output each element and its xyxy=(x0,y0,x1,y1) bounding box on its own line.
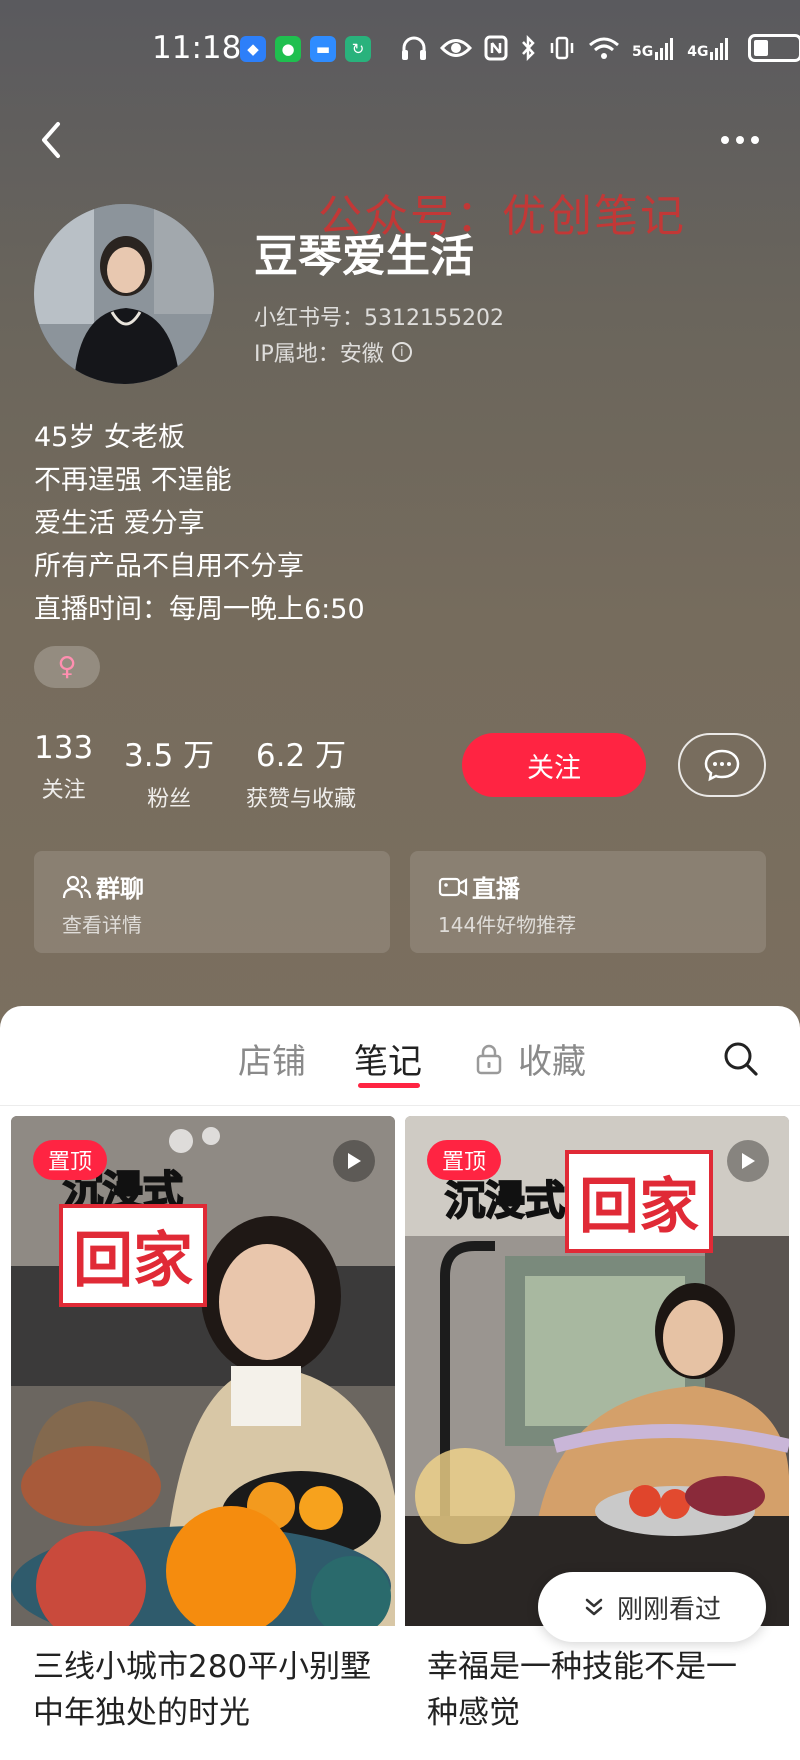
card-title: 群聊 xyxy=(96,875,144,903)
group-chat-card[interactable]: 群聊 查看详情 xyxy=(34,851,390,953)
headphone-icon xyxy=(402,36,426,60)
double-chevron-down-icon xyxy=(585,1598,603,1616)
stat-number: 3.5 万 xyxy=(124,738,215,774)
search-icon[interactable] xyxy=(722,1040,760,1078)
back-button[interactable] xyxy=(30,112,80,168)
message-app-icon: ▬ xyxy=(310,36,336,62)
avatar[interactable] xyxy=(34,204,214,384)
more-options-button[interactable] xyxy=(715,120,765,160)
more-dot-icon xyxy=(721,136,729,144)
tab-collections[interactable]: 收藏 xyxy=(518,1034,586,1083)
nfc-icon xyxy=(484,35,508,61)
status-time: 11:18 xyxy=(152,30,242,66)
live-card[interactable]: 直播 144件好物推荐 xyxy=(410,851,766,953)
status-app-icons: ◆ ● ▬ ↻ xyxy=(240,36,371,62)
avatar-photo xyxy=(34,204,214,384)
gender-tag: ♀ xyxy=(34,646,100,688)
live-camera-icon xyxy=(438,877,468,897)
stat-number: 6.2 万 xyxy=(255,738,347,774)
stat-label: 关注 xyxy=(41,778,86,803)
chevron-left-icon xyxy=(42,122,60,158)
note-card[interactable]: 沉浸式 回家 置顶 幸福是一种技能不是一种感觉 xyxy=(405,1116,789,1736)
bluetooth-icon xyxy=(522,35,535,61)
pinned-badge: 置顶 xyxy=(427,1140,501,1180)
profile-bio: 45岁 女老板 不再逞强 不逞能 爱生活 爱分享 所有产品不自用不分享 直播时间… xyxy=(34,416,365,631)
video-play-icon xyxy=(333,1140,375,1182)
note-card[interactable]: 沉浸式 回家 置顶 三线小城市280平小别墅中年独处的时光 xyxy=(11,1116,395,1736)
signal-5g-icon: 5G xyxy=(632,36,675,60)
signal-4g-icon: 4G xyxy=(687,36,730,60)
bio-line: 45岁 女老板 xyxy=(34,422,185,453)
vibrate-icon xyxy=(550,36,574,60)
cover-text: 回家 xyxy=(565,1150,713,1253)
eye-icon xyxy=(440,39,472,57)
bio-line: 直播时间：每周一晚上6:50 xyxy=(34,594,365,625)
card-subtitle: 144件好物推荐 xyxy=(438,913,577,937)
follow-button[interactable]: 关注 xyxy=(462,733,646,797)
status-indicators: 5G 4G xyxy=(400,34,800,62)
shield-app-icon: ◆ xyxy=(240,36,266,62)
stat-likes-collects[interactable]: 6.2 万 获赞与收藏 xyxy=(246,730,356,813)
note-title[interactable]: 幸福是一种技能不是一种感觉 xyxy=(405,1626,789,1736)
profile-tabs: 店铺 笔记 收藏 xyxy=(0,1006,800,1106)
recently-viewed-button[interactable]: 刚刚看过 xyxy=(538,1572,766,1642)
recently-viewed-label: 刚刚看过 xyxy=(616,1594,721,1625)
bio-line: 所有产品不自用不分享 xyxy=(34,551,304,582)
stat-label: 获赞与收藏 xyxy=(246,787,357,812)
card-subtitle: 查看详情 xyxy=(62,913,142,937)
lock-icon xyxy=(476,1044,502,1075)
wifi-icon xyxy=(589,37,619,59)
group-icon xyxy=(62,875,92,899)
female-icon: ♀ xyxy=(57,652,77,682)
note-cover[interactable]: 沉浸式 回家 置顶 xyxy=(405,1116,789,1626)
tabs-divider xyxy=(0,1105,800,1106)
bio-line: 不再逞强 不逞能 xyxy=(34,465,232,496)
redbook-id: 小红书号：5312155202 xyxy=(254,306,504,331)
stat-label: 粉丝 xyxy=(147,787,192,812)
more-dot-icon xyxy=(736,136,744,144)
status-bar: 11:18 ◆ ● ▬ ↻ 5G 4G xyxy=(0,0,800,100)
profile-nickname: 豆琴爱生活 xyxy=(254,231,474,282)
battery-icon xyxy=(748,34,800,62)
stat-number: 133 xyxy=(34,730,94,766)
info-icon[interactable]: i xyxy=(391,342,412,362)
note-cover[interactable]: 沉浸式 回家 置顶 xyxy=(11,1116,395,1626)
video-play-icon xyxy=(727,1140,769,1182)
refresh-app-icon: ↻ xyxy=(345,36,371,62)
active-tab-indicator xyxy=(358,1083,420,1088)
wechat-app-icon: ● xyxy=(275,36,301,62)
stat-followers[interactable]: 3.5 万 粉丝 xyxy=(124,730,214,813)
tab-notes[interactable]: 笔记 xyxy=(354,1034,422,1083)
content-panel: 店铺 笔记 收藏 沉浸式 回家 置顶 三线小城市280平小别墅中年独处的时光 沉… xyxy=(0,1006,800,1760)
ip-location-row[interactable]: IP属地：安徽 i xyxy=(254,336,412,368)
stat-following[interactable]: 133 关注 xyxy=(34,730,93,804)
chat-bubble-icon xyxy=(704,749,740,782)
more-dot-icon xyxy=(751,136,759,144)
message-button[interactable] xyxy=(678,733,766,797)
bio-line: 爱生活 爱分享 xyxy=(34,508,205,539)
tab-shop[interactable]: 店铺 xyxy=(238,1034,306,1083)
ip-location: IP属地：安徽 xyxy=(254,342,384,367)
cover-text: 回家 xyxy=(59,1204,207,1307)
card-title: 直播 xyxy=(472,875,520,903)
pinned-badge: 置顶 xyxy=(33,1140,107,1180)
note-title[interactable]: 三线小城市280平小别墅中年独处的时光 xyxy=(11,1626,395,1736)
